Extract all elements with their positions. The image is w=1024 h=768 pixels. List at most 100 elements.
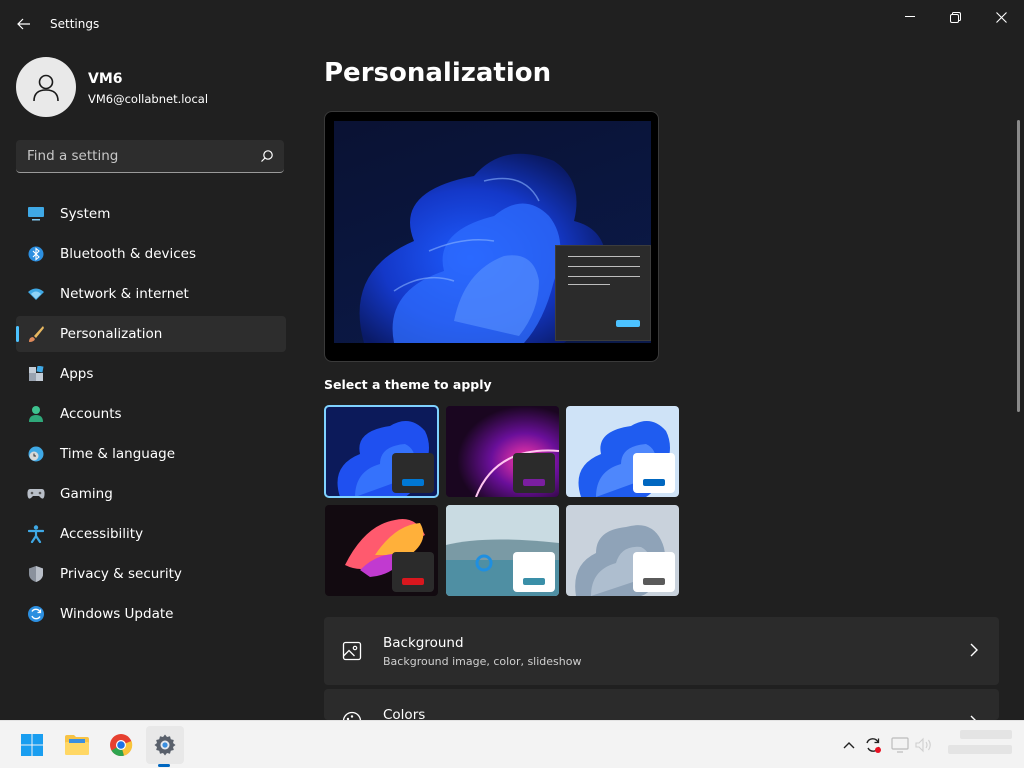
sidebar-item-windows-update[interactable]: Windows Update <box>16 596 286 632</box>
speaker-icon <box>915 737 931 753</box>
theme-sunrise[interactable] <box>566 505 679 596</box>
sidebar-item-label: Personalization <box>60 326 163 342</box>
chevron-right-icon <box>970 643 978 657</box>
theme-accent-bar <box>643 479 665 486</box>
avatar[interactable] <box>16 57 76 117</box>
gear-icon <box>154 734 176 756</box>
theme-window-swatch <box>392 552 434 592</box>
sidebar-item-privacy[interactable]: Privacy & security <box>16 556 286 592</box>
sidebar-item-accessibility[interactable]: Accessibility <box>16 516 286 552</box>
gamepad-icon <box>27 485 45 503</box>
colors-setting-card[interactable]: Colors <box>324 689 999 720</box>
shield-icon <box>27 565 45 583</box>
theme-glow[interactable] <box>446 406 559 497</box>
theme-windows-dark[interactable] <box>324 405 439 498</box>
preview-line <box>568 266 640 267</box>
network-tray-button[interactable] <box>890 735 910 755</box>
theme-accent-bar <box>402 578 424 585</box>
person-icon <box>33 74 59 102</box>
user-email: VM6@collabnet.local <box>88 92 209 106</box>
sidebar-item-personalization[interactable]: Personalization <box>16 316 286 352</box>
theme-windows-light[interactable] <box>566 406 679 497</box>
sidebar-item-label: Time & language <box>60 446 176 462</box>
sidebar-item-system[interactable]: System <box>16 196 286 232</box>
close-button[interactable] <box>978 4 1024 30</box>
clock-time-placeholder <box>960 730 1012 739</box>
theme-grid <box>324 405 684 597</box>
desktop-preview-image <box>334 121 651 343</box>
card-title: Colors <box>383 707 426 720</box>
show-hidden-icons-button[interactable] <box>839 735 859 755</box>
sync-alert-icon <box>866 738 881 753</box>
app-title: Settings <box>50 17 100 31</box>
vertical-scrollbar[interactable] <box>1017 120 1020 412</box>
theme-accent-bar <box>402 479 424 486</box>
preview-window <box>555 245 651 341</box>
restore-button[interactable] <box>932 4 978 30</box>
card-subtitle: Background image, color, slideshow <box>383 655 582 668</box>
chrome-button[interactable] <box>102 726 140 764</box>
sidebar-item-time-language[interactable]: Time & language <box>16 436 286 472</box>
sidebar-nav: System Bluetooth & devices Network & int… <box>16 196 286 636</box>
sync-status-button[interactable] <box>863 735 883 755</box>
update-icon <box>27 605 45 623</box>
sidebar-item-apps[interactable]: Apps <box>16 356 286 392</box>
sidebar-item-label: Gaming <box>60 486 113 502</box>
network-monitor-icon <box>891 737 909 753</box>
person-icon <box>27 405 45 423</box>
clock-date-placeholder <box>948 745 1012 754</box>
background-setting-card[interactable]: Background Background image, color, slid… <box>324 617 999 685</box>
sidebar-item-label: Apps <box>60 366 94 382</box>
themes-label: Select a theme to apply <box>324 377 492 392</box>
theme-window-swatch <box>633 552 675 592</box>
settings-window: Settings VM6 VM6@collabnet.local System … <box>0 0 1024 720</box>
sidebar-item-gaming[interactable]: Gaming <box>16 476 286 512</box>
sidebar-item-bluetooth[interactable]: Bluetooth & devices <box>16 236 286 272</box>
windows-logo-icon <box>21 734 43 756</box>
active-app-indicator <box>158 764 170 767</box>
sidebar-item-accounts[interactable]: Accounts <box>16 396 286 432</box>
close-icon <box>995 11 1007 23</box>
sidebar-item-network[interactable]: Network & internet <box>16 276 286 312</box>
back-arrow-icon <box>17 18 30 30</box>
theme-flow[interactable] <box>446 505 559 596</box>
title-bar: Settings <box>0 0 1024 48</box>
settings-taskbar-button[interactable] <box>146 726 184 764</box>
theme-captured-motion[interactable] <box>325 505 438 596</box>
chrome-icon <box>110 734 133 757</box>
search-box[interactable] <box>16 140 284 173</box>
wifi-icon <box>27 285 45 303</box>
clock-globe-icon <box>27 445 45 463</box>
image-icon <box>342 641 362 661</box>
sidebar-item-label: System <box>60 206 111 222</box>
page-title: Personalization <box>324 58 552 88</box>
preview-line <box>568 276 640 277</box>
theme-accent-bar <box>643 578 665 585</box>
user-profile[interactable]: VM6 VM6@collabnet.local <box>16 57 286 117</box>
back-button[interactable] <box>12 12 36 36</box>
palette-icon <box>342 711 362 720</box>
sidebar-item-label: Bluetooth & devices <box>60 246 197 262</box>
theme-window-swatch <box>513 552 555 592</box>
file-explorer-button[interactable] <box>58 726 96 764</box>
user-name: VM6 <box>88 71 123 87</box>
volume-tray-button[interactable] <box>914 735 934 755</box>
start-button[interactable] <box>13 726 51 764</box>
sidebar-item-label: Network & internet <box>60 286 189 302</box>
search-input[interactable] <box>16 140 246 172</box>
preview-line <box>568 284 610 285</box>
chevron-up-icon <box>843 742 855 749</box>
theme-accent-bar <box>523 578 545 585</box>
brush-icon <box>27 325 45 343</box>
theme-accent-bar <box>523 479 545 486</box>
card-title: Background <box>383 635 464 651</box>
system-clock[interactable] <box>948 727 1012 754</box>
sidebar-item-label: Accounts <box>60 406 122 422</box>
preview-line <box>568 256 640 257</box>
search-icon[interactable] <box>260 149 274 163</box>
minimize-button[interactable] <box>887 4 933 30</box>
theme-window-swatch <box>633 453 675 493</box>
sidebar-item-label: Accessibility <box>60 526 144 542</box>
restore-icon <box>949 11 961 23</box>
theme-preview <box>324 111 659 362</box>
